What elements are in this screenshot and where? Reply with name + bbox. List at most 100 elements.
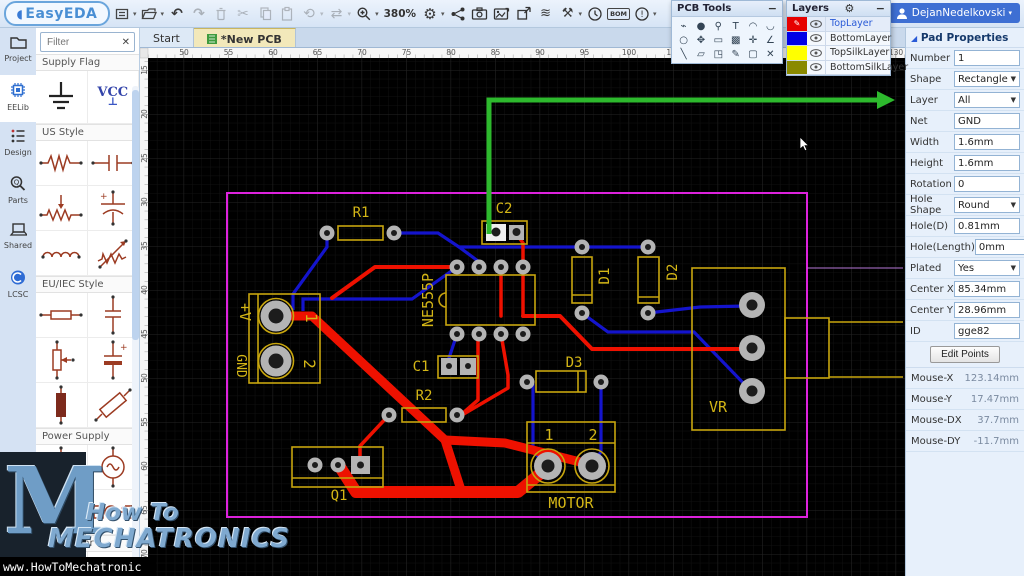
sidebar-item-design[interactable]: Design: [0, 122, 36, 169]
bom-icon[interactable]: BOM: [607, 3, 630, 25]
sidebar-item-lcsc[interactable]: LCSC: [0, 263, 36, 310]
flip-icon[interactable]: ⇄: [327, 3, 347, 25]
layers-settings-gear-icon[interactable]: ⚙: [844, 2, 854, 15]
collapse-icon[interactable]: ◢: [911, 34, 917, 43]
paste-icon[interactable]: [277, 3, 297, 25]
rotate-icon[interactable]: ⟲: [299, 3, 319, 25]
pcb-tool-icon[interactable]: ◠: [744, 19, 761, 33]
layer-name[interactable]: TopLayer: [826, 17, 873, 31]
zoom-in-icon[interactable]: [354, 3, 374, 25]
layer-row[interactable]: TopSilkLayer: [787, 46, 890, 61]
property-value-field[interactable]: 0.81mm: [954, 218, 1020, 234]
edit-points-button[interactable]: Edit Points: [930, 346, 1000, 363]
route-waves-icon[interactable]: ≋: [536, 3, 556, 25]
cut-icon[interactable]: ✂: [233, 3, 253, 25]
layer-name[interactable]: TopSilkLayer: [826, 46, 889, 60]
menu-caret-icon[interactable]: ▾: [133, 10, 137, 18]
pcb-tool-icon[interactable]: ⌁: [675, 19, 692, 33]
sidebar-item-eelib[interactable]: EELib: [0, 75, 36, 122]
help-caret-icon[interactable]: ▾: [653, 10, 657, 18]
settings-caret-icon[interactable]: ▾: [441, 10, 445, 18]
tools-caret-icon[interactable]: ▾: [579, 10, 583, 18]
minimize-icon[interactable]: −: [876, 4, 885, 14]
dropdown-caret-icon[interactable]: ▼: [1011, 96, 1016, 104]
help-icon[interactable]: !: [632, 3, 652, 25]
symbol-resistor-filled[interactable]: [36, 383, 88, 428]
pcb-tool-icon[interactable]: ✎: [727, 47, 744, 61]
layers-panel[interactable]: Layers ⚙ − ✎ TopLayer BottomLayer: [786, 0, 891, 76]
layer-row[interactable]: BottomSilkLayer: [787, 61, 890, 76]
tools-icon[interactable]: ⚒: [558, 3, 578, 25]
filter-box[interactable]: ✕: [40, 32, 135, 52]
pcb-tool-icon[interactable]: ○: [675, 33, 692, 47]
layer-visibility-eye-icon[interactable]: [807, 17, 826, 31]
pcb-tool-icon[interactable]: ✥: [692, 33, 709, 47]
sidebar-item-parts[interactable]: Q Parts: [0, 169, 36, 216]
pcb-tool-icon[interactable]: ▩: [727, 33, 744, 47]
symbol-potentiometer-eu[interactable]: [36, 338, 88, 383]
menu-icon[interactable]: [112, 3, 132, 25]
copy-icon[interactable]: [255, 3, 275, 25]
zoom-caret-icon[interactable]: ▾: [375, 10, 379, 18]
pcb-tools-header[interactable]: PCB Tools −: [672, 1, 782, 17]
property-value-field[interactable]: All ▼: [954, 92, 1020, 108]
layer-name[interactable]: BottomLayer: [826, 32, 891, 46]
tab-start[interactable]: Start: [140, 28, 194, 47]
layer-name[interactable]: BottomSilkLayer: [826, 61, 908, 75]
layer-color-swatch[interactable]: [787, 46, 807, 60]
delete-icon[interactable]: [211, 3, 231, 25]
layer-row[interactable]: BottomLayer: [787, 32, 890, 47]
screenshot-camera-icon[interactable]: [470, 3, 490, 25]
symbol-rheostat-us[interactable]: [36, 186, 88, 231]
property-value-field[interactable]: 0: [954, 176, 1020, 192]
rotate-caret-icon[interactable]: ▾: [320, 10, 324, 18]
redo-icon[interactable]: ↷: [189, 3, 209, 25]
dropdown-caret-icon[interactable]: ▼: [1011, 75, 1016, 83]
undo-icon[interactable]: ↶: [167, 3, 187, 25]
layer-visibility-eye-icon[interactable]: [807, 46, 826, 60]
open-folder-icon[interactable]: [140, 3, 160, 25]
filter-input[interactable]: [45, 36, 119, 49]
layer-color-swatch[interactable]: [787, 32, 807, 46]
property-value-field[interactable]: Round ▼: [954, 197, 1020, 213]
clear-filter-icon[interactable]: ✕: [122, 37, 130, 48]
symbol-ground[interactable]: [36, 71, 88, 124]
sidebar-item-project[interactable]: Project: [0, 28, 36, 75]
user-account-button[interactable]: DejanNedelkovski ▾: [889, 3, 1020, 23]
layer-visibility-eye-icon[interactable]: [807, 61, 826, 75]
pcb-tool-icon[interactable]: ▢: [744, 47, 761, 61]
photo-export-icon[interactable]: [492, 3, 512, 25]
property-value-field[interactable]: Rectangle ▼: [954, 71, 1020, 87]
settings-gear-icon[interactable]: ⚙: [420, 3, 440, 25]
layer-color-swatch[interactable]: [787, 61, 807, 75]
pcb-tool-icon[interactable]: T: [727, 19, 744, 33]
layer-row[interactable]: ✎ TopLayer: [787, 17, 890, 32]
property-value-field[interactable]: 1.6mm: [954, 134, 1020, 150]
share-icon[interactable]: [448, 3, 468, 25]
flip-caret-icon[interactable]: ▾: [348, 10, 352, 18]
pcb-tool-icon[interactable]: ●: [692, 19, 709, 33]
property-value-field[interactable]: 1: [954, 50, 1020, 66]
property-value-field[interactable]: gge82: [954, 323, 1020, 339]
pcb-tool-icon[interactable]: ⚲: [710, 19, 727, 33]
pcb-tool-icon[interactable]: ∠: [762, 33, 779, 47]
sidebar-item-shared[interactable]: Shared: [0, 216, 36, 263]
tab-new-pcb[interactable]: *New PCB: [194, 28, 296, 47]
easyeda-logo[interactable]: ◖EasyEDA: [4, 1, 110, 26]
pcb-canvas[interactable]: 5055 6065 7075 8085 9095 100105 110115 1…: [140, 48, 905, 576]
symbol-resistor-us[interactable]: [36, 141, 88, 186]
import-export-icon[interactable]: [514, 3, 534, 25]
layer-visibility-eye-icon[interactable]: [807, 32, 826, 46]
layer-color-swatch[interactable]: ✎: [787, 17, 807, 31]
layers-header[interactable]: Layers ⚙ −: [787, 1, 890, 17]
property-value-field[interactable]: 0mm: [975, 239, 1024, 255]
minimize-icon[interactable]: −: [768, 4, 777, 14]
pcb-tool-icon[interactable]: ✕: [762, 47, 779, 61]
pcb-tool-icon[interactable]: ◡: [762, 19, 779, 33]
library-scrollbar[interactable]: [132, 86, 139, 566]
open-caret-icon[interactable]: ▾: [161, 10, 165, 18]
pcb-tool-icon[interactable]: ✛: [744, 33, 761, 47]
property-value-field[interactable]: 1.6mm: [954, 155, 1020, 171]
symbol-resistor-eu[interactable]: [36, 293, 88, 338]
pcb-tool-icon[interactable]: ▭: [710, 33, 727, 47]
